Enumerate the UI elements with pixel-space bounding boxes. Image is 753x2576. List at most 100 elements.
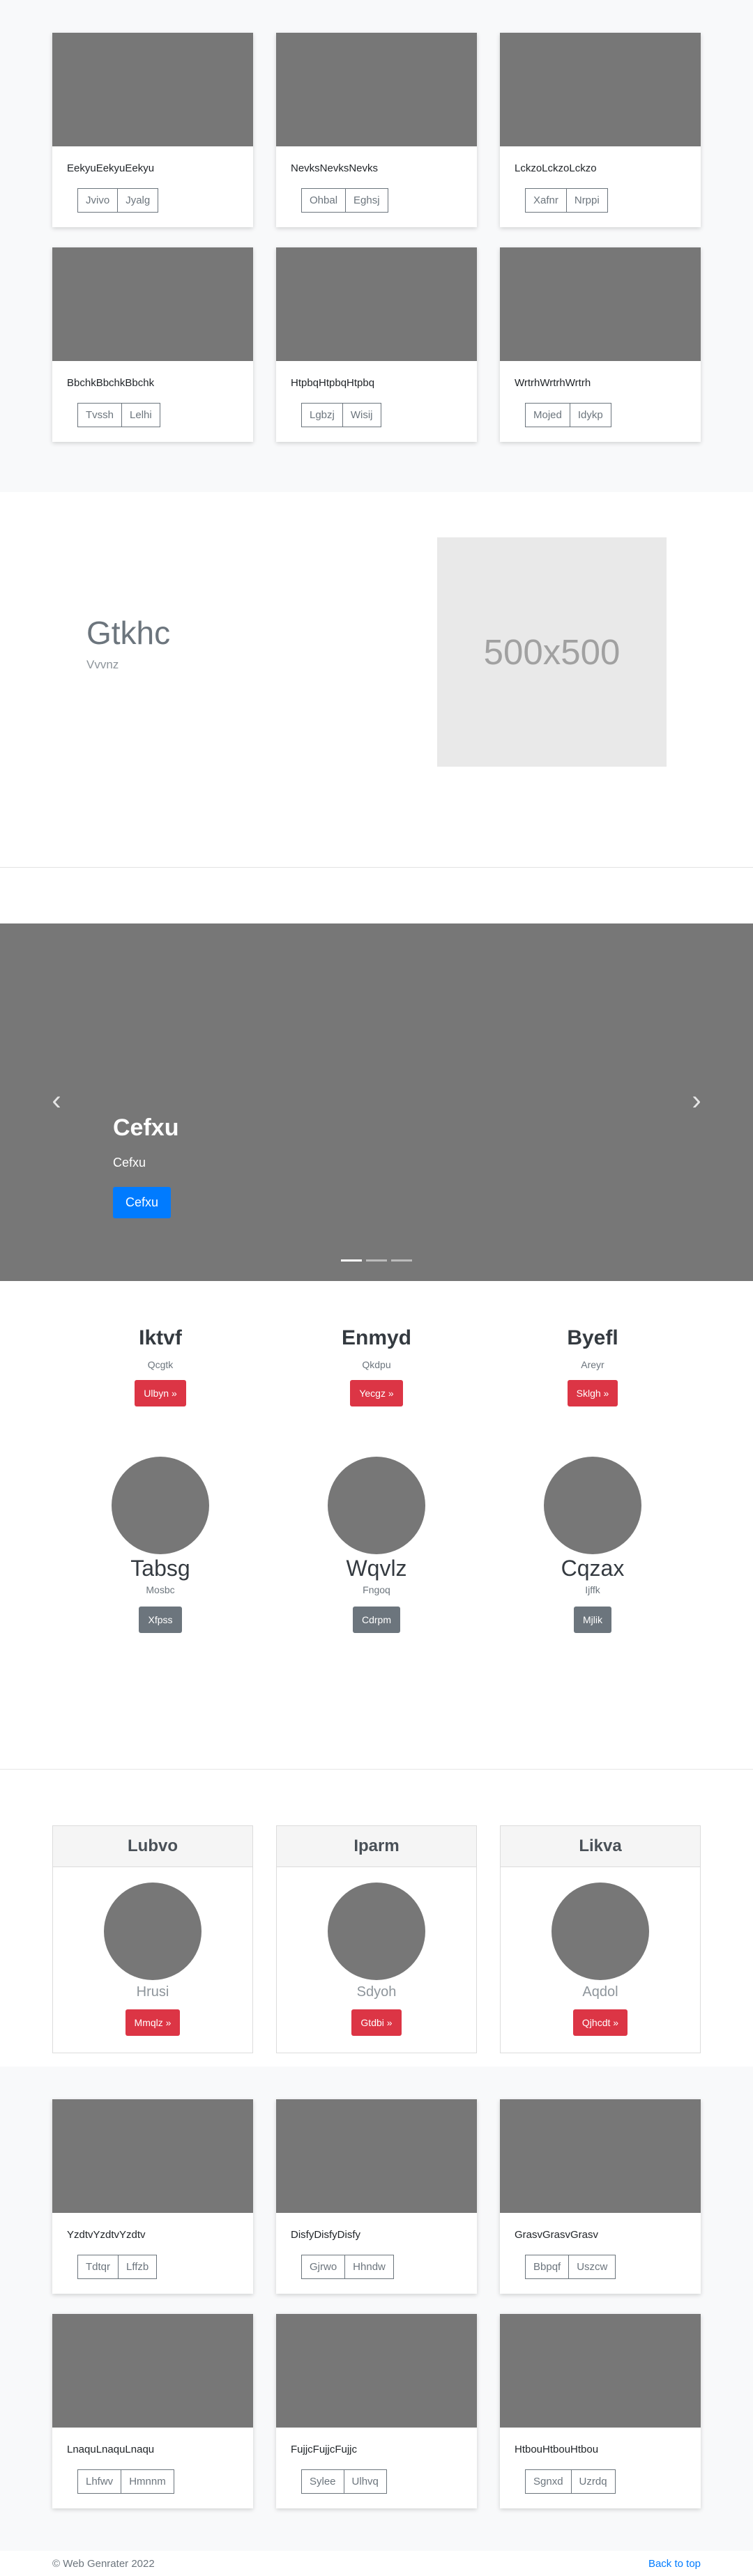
feature-avatar bbox=[328, 1457, 425, 1554]
card-title: HtbouHtbouHtbou bbox=[515, 2444, 599, 2455]
card-edit-button[interactable]: Uzrdq bbox=[571, 2469, 616, 2494]
feature-item: Wqvlz Fngoq Cdrpm bbox=[268, 1457, 485, 1633]
feature-item: Cqzax Ijffk Mjlik bbox=[485, 1457, 701, 1633]
profile-card: Iparm Sdyoh Gtdbi » bbox=[276, 1825, 477, 2053]
card-title: GrasvGrasvGrasv bbox=[515, 2229, 599, 2241]
card-title: HtpbqHtpbqHtpbq bbox=[291, 377, 375, 389]
card-thumbnail bbox=[52, 33, 253, 146]
hero-subtitle: Vvvnz bbox=[86, 658, 119, 671]
card-title: BbchkBbchkBbchk bbox=[67, 377, 155, 389]
column-title: Byefl bbox=[567, 1326, 618, 1349]
card-title: LnaquLnaquLnaqu bbox=[67, 2444, 155, 2455]
card-button-group: Mojed Idykp bbox=[525, 403, 611, 427]
feature-title: Cqzax bbox=[561, 1556, 625, 1581]
card-edit-button[interactable]: Idykp bbox=[570, 403, 611, 427]
card-edit-button[interactable]: Lffzb bbox=[119, 2255, 158, 2279]
column-button[interactable]: Yecgz » bbox=[350, 1380, 403, 1406]
album-card: NevksNevksNevks Ohbal Eghsj bbox=[276, 33, 477, 227]
feature-button[interactable]: Mjlik bbox=[574, 1607, 611, 1633]
card-button-group: Jvivo Jyalg bbox=[77, 188, 159, 213]
feature-avatar bbox=[112, 1457, 209, 1554]
carousel-caption-title: Cefxu bbox=[113, 1114, 179, 1141]
card-view-button[interactable]: Mojed bbox=[525, 403, 570, 427]
card-view-button[interactable]: Sgnxd bbox=[525, 2469, 572, 2494]
profile-avatar bbox=[104, 1883, 201, 1980]
card-view-button[interactable]: Tdtqr bbox=[77, 2255, 119, 2279]
column-button[interactable]: Sklgh » bbox=[567, 1380, 618, 1406]
album-card: HtpbqHtpbqHtpbq Lgbzj Wisij bbox=[276, 247, 477, 442]
feature-button[interactable]: Cdrpm bbox=[352, 1607, 400, 1633]
card-edit-button[interactable]: Nrppi bbox=[566, 188, 608, 213]
card-thumbnail bbox=[276, 2099, 477, 2213]
profile-button[interactable]: Gtdbi » bbox=[351, 2009, 402, 2036]
carousel-caption-button[interactable]: Cefxu bbox=[113, 1187, 171, 1218]
card-thumbnail bbox=[52, 247, 253, 361]
card-thumbnail bbox=[52, 2099, 253, 2213]
carousel-prev-icon[interactable]: ‹ bbox=[43, 1085, 70, 1116]
card-edit-button[interactable]: Hhndw bbox=[345, 2255, 394, 2279]
profile-avatar bbox=[552, 1883, 649, 1980]
album-card: LnaquLnaquLnaqu Lhfwv Hmnnm bbox=[52, 2314, 253, 2508]
card-edit-button[interactable]: Lelhi bbox=[122, 403, 160, 427]
card-edit-button[interactable]: Wisij bbox=[342, 403, 381, 427]
card-edit-button[interactable]: Eghsj bbox=[346, 188, 388, 213]
column-text: Areyr bbox=[581, 1359, 604, 1370]
album-card: GrasvGrasvGrasv Bbpqf Uszcw bbox=[500, 2099, 701, 2294]
column-text: Qkdpu bbox=[362, 1359, 391, 1370]
card-view-button[interactable]: Xafnr bbox=[525, 188, 567, 213]
card-view-button[interactable]: Jvivo bbox=[77, 188, 119, 213]
column-title: Enmyd bbox=[341, 1326, 412, 1349]
card-view-button[interactable]: Lgbzj bbox=[301, 403, 343, 427]
profile-card: Lubvo Hrusi Mmqlz » bbox=[52, 1825, 253, 2053]
column-item: Iktvf Qcgtk Ulbyn » bbox=[52, 1326, 268, 1406]
feature-title: Tabsg bbox=[130, 1556, 190, 1581]
profile-button[interactable]: Mmqlz » bbox=[125, 2009, 181, 2036]
carousel-indicator[interactable] bbox=[366, 1259, 387, 1262]
card-thumbnail bbox=[276, 33, 477, 146]
feature-button[interactable]: Xfpss bbox=[139, 1607, 182, 1633]
card-thumbnail bbox=[500, 2099, 701, 2213]
card-view-button[interactable]: Tvssh bbox=[77, 403, 123, 427]
album-card: WrtrhWrtrhWrtrh Mojed Idykp bbox=[500, 247, 701, 442]
gallery-top-section: EekyuEekyuEekyu Jvivo Jyalg NevksNevksNevk… bbox=[0, 0, 753, 492]
album-card: YzdtvYzdtvYzdtv Tdtqr Lffzb bbox=[52, 2099, 253, 2294]
card-edit-button[interactable]: Ulhvq bbox=[344, 2469, 387, 2494]
card-view-button[interactable]: Ohbal bbox=[301, 188, 347, 213]
card-view-button[interactable]: Gjrwo bbox=[301, 2255, 346, 2279]
carousel-indicator[interactable] bbox=[391, 1259, 412, 1262]
card-title: FujjcFujjcFujjc bbox=[291, 2444, 358, 2455]
card-button-group: Xafnr Nrppi bbox=[525, 188, 608, 213]
hero-image-placeholder: 500x500 bbox=[437, 537, 667, 767]
card-title: DisfyDisfyDisfy bbox=[291, 2229, 360, 2241]
album-card: DisfyDisfyDisfy Gjrwo Hhndw bbox=[276, 2099, 477, 2294]
card-view-button[interactable]: Bbpqf bbox=[525, 2255, 570, 2279]
column-button[interactable]: Ulbyn » bbox=[135, 1380, 186, 1406]
carousel-indicator[interactable] bbox=[341, 1259, 362, 1262]
card-edit-button[interactable]: Jyalg bbox=[118, 188, 159, 213]
card-button-group: Tvssh Lelhi bbox=[77, 403, 160, 427]
card-button-group: Ohbal Eghsj bbox=[301, 188, 388, 213]
section-divider bbox=[0, 1769, 753, 1770]
profile-label: Aqdol bbox=[582, 1984, 618, 2000]
profile-label: Sdyoh bbox=[356, 1984, 397, 2000]
card-thumbnail bbox=[52, 2314, 253, 2428]
profile-button[interactable]: Qjhcdt » bbox=[572, 2009, 628, 2036]
carousel-caption-text: Cefxu bbox=[113, 1156, 146, 1170]
card-edit-button[interactable]: Hmnnm bbox=[121, 2469, 174, 2494]
card-thumbnail bbox=[500, 33, 701, 146]
card-title: EekyuEekyuEekyu bbox=[67, 162, 155, 174]
profile-card-header: Likva bbox=[501, 1826, 700, 1867]
profile-card-header: Lubvo bbox=[53, 1826, 252, 1867]
back-to-top-link[interactable]: Back to top bbox=[648, 2558, 701, 2570]
card-button-group: Lgbzj Wisij bbox=[301, 403, 381, 427]
card-title: WrtrhWrtrhWrtrh bbox=[515, 377, 591, 389]
card-view-button[interactable]: Sylee bbox=[301, 2469, 344, 2494]
profile-label: Hrusi bbox=[136, 1984, 169, 2000]
footer-copyright: © Web Genrater 2022 bbox=[52, 2558, 155, 2570]
feature-title: Wqvlz bbox=[346, 1556, 407, 1581]
card-button-group: Bbpqf Uszcw bbox=[525, 2255, 616, 2279]
carousel-next-icon[interactable]: › bbox=[683, 1085, 710, 1116]
card-view-button[interactable]: Lhfwv bbox=[77, 2469, 122, 2494]
card-edit-button[interactable]: Uszcw bbox=[569, 2255, 616, 2279]
hero-section: Gtkhc Vvvnz 500x500 bbox=[0, 495, 753, 868]
